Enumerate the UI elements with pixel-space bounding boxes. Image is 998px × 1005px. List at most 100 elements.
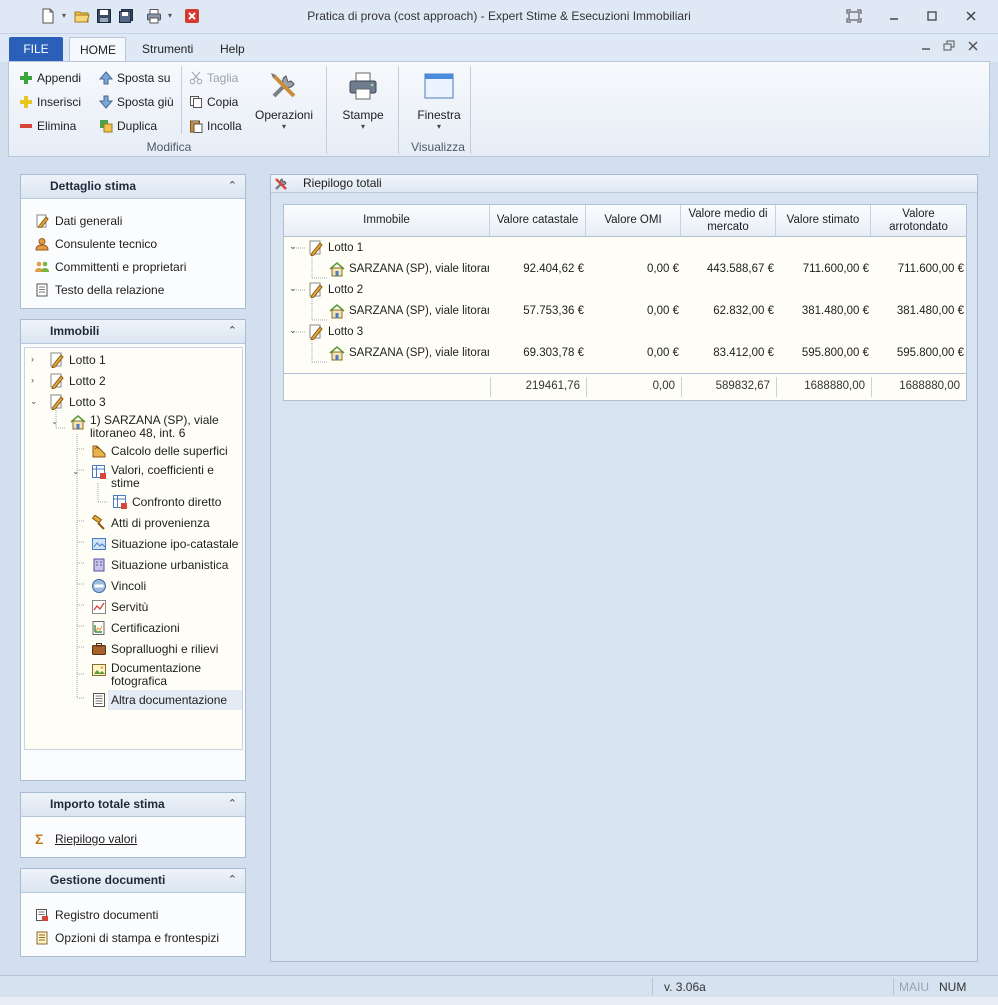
immobili-tree[interactable]: Lotto 1 › Lotto 2 › Lotto 3 ⌄ 1) SARZANA… bbox=[24, 347, 243, 750]
testo-relazione-link[interactable]: Testo della relazione bbox=[35, 281, 164, 299]
column-header-omi[interactable]: Valore OMI bbox=[586, 205, 681, 237]
tab-home[interactable]: HOME bbox=[69, 37, 126, 62]
pencil-icon bbox=[49, 394, 65, 411]
tree-label: Situazione urbanistica bbox=[111, 558, 229, 572]
taglia-label: Taglia bbox=[207, 71, 239, 85]
column-header-immobile[interactable]: Immobile bbox=[284, 205, 490, 237]
lotto-label[interactable]: Lotto 2 bbox=[328, 284, 363, 296]
collapse-arrow-icon[interactable]: ⌄ bbox=[30, 395, 38, 408]
tree-urbanistica[interactable]: Situazione urbanistica bbox=[91, 557, 228, 573]
tree-vincoli[interactable]: Vincoli bbox=[91, 578, 146, 594]
pencil-icon bbox=[49, 352, 65, 369]
expand-arrow-icon[interactable]: › bbox=[31, 353, 34, 366]
collapse-arrow-icon[interactable]: ⌄ bbox=[289, 241, 297, 252]
immobile-cell[interactable]: SARZANA (SP), viale litorane bbox=[349, 305, 489, 317]
sposta-su-button[interactable]: Sposta su bbox=[98, 68, 170, 88]
line-chart-icon bbox=[91, 599, 107, 615]
copia-button[interactable]: Copia bbox=[189, 92, 238, 112]
column-header-arrotondato[interactable]: Valore arrotondato bbox=[871, 205, 966, 237]
dropdown-arrow-icon[interactable]: ▾ bbox=[62, 8, 68, 24]
chevron-up-icon[interactable]: ⌃ bbox=[228, 320, 237, 343]
tree-label: Servitù bbox=[111, 600, 149, 614]
tab-strumenti[interactable]: Strumenti bbox=[132, 37, 203, 62]
tree-altra-documentazione[interactable]: Altra documentazione bbox=[91, 692, 227, 708]
finestra-button[interactable]: Finestra ▾ bbox=[407, 70, 471, 131]
collapse-arrow-icon[interactable]: ⌄ bbox=[51, 415, 59, 428]
paste-icon bbox=[189, 119, 203, 133]
committenti-link[interactable]: Committenti e proprietari bbox=[35, 258, 186, 276]
chevron-up-icon[interactable]: ⌃ bbox=[228, 793, 237, 816]
stampe-button[interactable]: Stampe ▾ bbox=[335, 70, 391, 131]
tree-confronto-diretto[interactable]: Confronto diretto bbox=[112, 494, 221, 510]
house-icon bbox=[70, 414, 86, 430]
tree-lotto-2[interactable]: Lotto 2 bbox=[49, 373, 106, 390]
mdi-restore-icon[interactable] bbox=[942, 40, 956, 52]
fullscreen-icon[interactable] bbox=[846, 8, 862, 24]
chevron-up-icon[interactable]: ⌃ bbox=[228, 175, 237, 198]
building-icon bbox=[91, 557, 107, 573]
tree-atti-provenienza[interactable]: Atti di provenienza bbox=[91, 514, 210, 531]
tree-lotto-3[interactable]: Lotto 3 bbox=[49, 394, 106, 411]
tree-sopralluoghi[interactable]: Sopralluoghi e rilievi bbox=[91, 641, 218, 657]
column-header-stimato[interactable]: Valore stimato bbox=[776, 205, 871, 237]
chevron-up-icon[interactable]: ⌃ bbox=[228, 869, 237, 892]
tree-servitu[interactable]: Servitù bbox=[91, 599, 148, 615]
tree-calcolo-superfici[interactable]: Calcolo delle superfici bbox=[91, 443, 228, 459]
collapse-arrow-icon[interactable]: ⌄ bbox=[289, 325, 297, 336]
panel-header[interactable]: Gestione documenti ⌃ bbox=[21, 869, 245, 893]
gestione-documenti-panel: Gestione documenti ⌃ Registro documenti … bbox=[20, 868, 246, 957]
minus-red-icon bbox=[19, 119, 33, 133]
totals-grid[interactable]: Immobile Valore catastale Valore OMI Val… bbox=[283, 204, 967, 401]
tree-lotto-1[interactable]: Lotto 1 bbox=[49, 352, 106, 369]
immobile-cell[interactable]: SARZANA (SP), viale litorane bbox=[349, 263, 489, 275]
save-icon[interactable] bbox=[96, 8, 112, 24]
lotto-label[interactable]: Lotto 3 bbox=[328, 326, 363, 338]
panel-header[interactable]: Importo totale stima ⌃ bbox=[21, 793, 245, 817]
tree-ipo-catastale[interactable]: Situazione ipo-catastale bbox=[91, 536, 238, 552]
dropdown-arrow-icon[interactable]: ▾ bbox=[168, 8, 174, 24]
open-folder-icon[interactable] bbox=[74, 8, 90, 24]
collapse-arrow-icon[interactable]: ⌄ bbox=[289, 283, 297, 294]
registro-documenti-link[interactable]: Registro documenti bbox=[35, 906, 158, 924]
expand-arrow-icon[interactable]: › bbox=[31, 374, 34, 387]
elimina-button[interactable]: Elimina bbox=[19, 116, 76, 136]
mdi-close-icon[interactable] bbox=[966, 40, 980, 52]
close-document-icon[interactable] bbox=[184, 8, 200, 24]
operazioni-button[interactable]: Operazioni ▾ bbox=[253, 70, 315, 131]
mdi-minimize-icon[interactable] bbox=[919, 40, 933, 52]
column-header-catastale[interactable]: Valore catastale bbox=[490, 205, 586, 237]
immobile-cell[interactable]: SARZANA (SP), viale litorane bbox=[349, 347, 489, 359]
save-all-icon[interactable] bbox=[118, 8, 134, 24]
tree-property[interactable]: 1) SARZANA (SP), viale litoraneo 48, int.… bbox=[70, 414, 219, 440]
panel-header[interactable]: Immobili ⌃ bbox=[21, 320, 245, 344]
maximize-icon[interactable] bbox=[924, 8, 940, 24]
print-icon[interactable] bbox=[146, 8, 162, 24]
taglia-button[interactable]: Taglia bbox=[189, 68, 238, 88]
incolla-button[interactable]: Incolla bbox=[189, 116, 242, 136]
new-document-icon[interactable] bbox=[40, 8, 56, 24]
sposta-giu-button[interactable]: Sposta giù bbox=[98, 92, 174, 112]
column-header-medio[interactable]: Valore medio di mercato bbox=[681, 205, 776, 237]
appendi-button[interactable]: Appendi bbox=[19, 68, 81, 88]
pencil-icon bbox=[308, 240, 324, 259]
tab-help[interactable]: Help bbox=[210, 37, 255, 62]
opzioni-stampa-link[interactable]: Opzioni di stampa e frontespizi bbox=[35, 929, 219, 947]
close-icon[interactable] bbox=[963, 8, 979, 24]
tree-documentazione-fotografica[interactable]: Documentazione fotografica bbox=[91, 662, 201, 688]
duplica-button[interactable]: Duplica bbox=[99, 116, 157, 136]
tab-file[interactable]: FILE bbox=[9, 37, 63, 62]
tree-valori[interactable]: Valori, coefficienti e stime bbox=[91, 464, 214, 490]
scissors-icon bbox=[189, 71, 203, 85]
minimize-icon[interactable] bbox=[886, 8, 902, 24]
tree-label: Certificazioni bbox=[111, 621, 180, 635]
panel-header[interactable]: Dettaglio stima ⌃ bbox=[21, 175, 245, 199]
status-bar: v. 3.06a MAIU NUM bbox=[0, 975, 998, 997]
collapse-arrow-icon[interactable]: ⌄ bbox=[72, 465, 80, 478]
tree-label: Vincoli bbox=[111, 579, 147, 593]
dati-generali-link[interactable]: Dati generali bbox=[35, 212, 122, 230]
riepilogo-valori-link[interactable]: Σ Riepilogo valori bbox=[35, 830, 137, 848]
consulente-tecnico-link[interactable]: Consulente tecnico bbox=[35, 235, 157, 253]
tree-certificazioni[interactable]: Certificazioni bbox=[91, 620, 180, 636]
lotto-label[interactable]: Lotto 1 bbox=[328, 242, 363, 254]
inserisci-button[interactable]: Inserisci bbox=[19, 92, 81, 112]
